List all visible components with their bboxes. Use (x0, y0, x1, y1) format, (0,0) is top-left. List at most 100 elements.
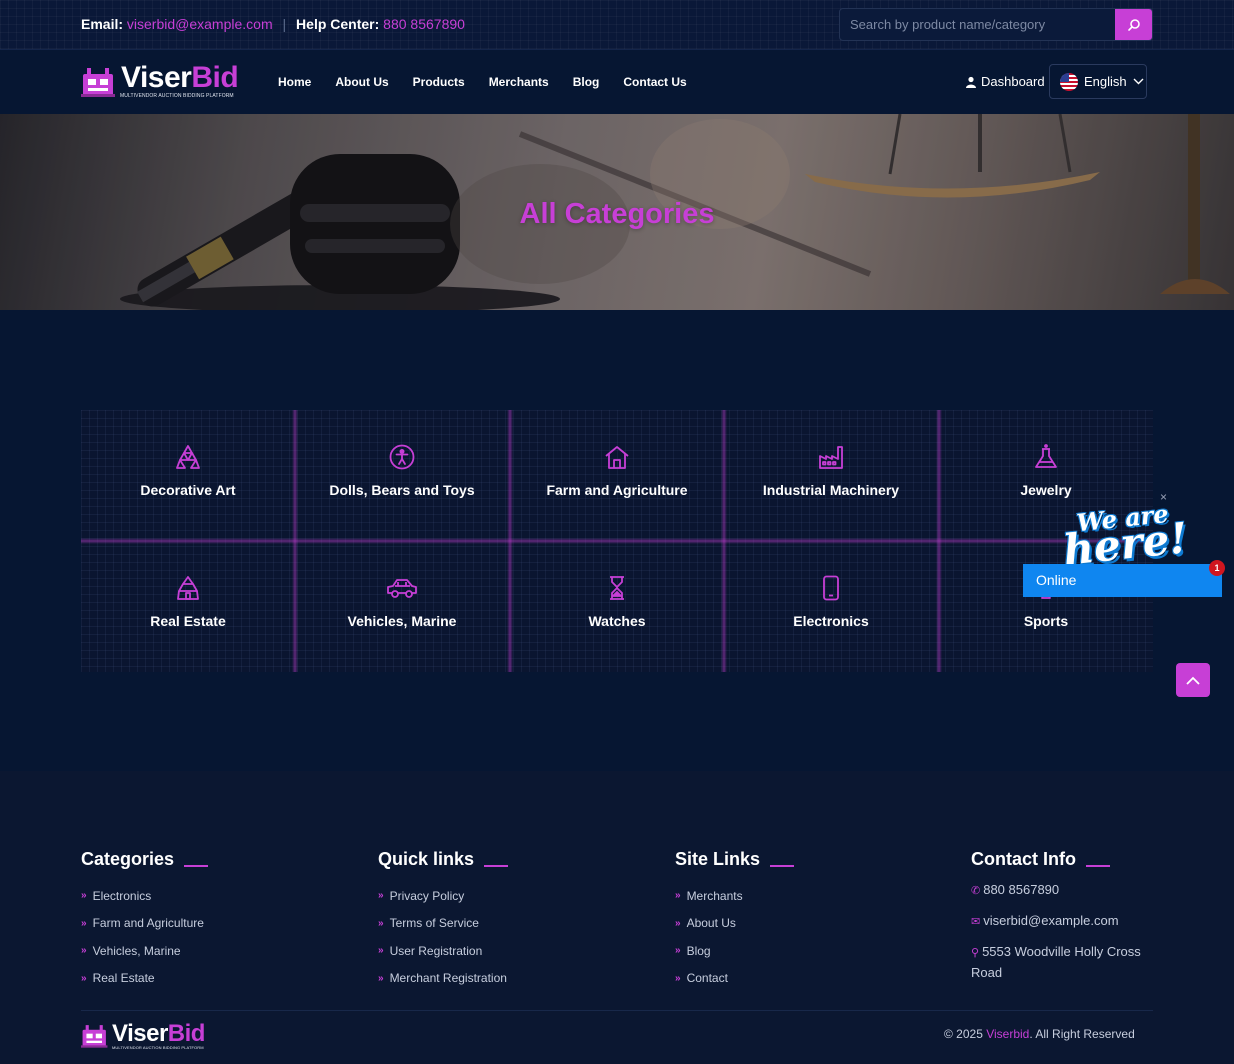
category-card[interactable]: Dolls, Bears and Toys (295, 410, 509, 541)
nav-about-us[interactable]: About Us (335, 75, 388, 89)
category-card[interactable]: Decorative Art (81, 410, 295, 541)
footer-link-label: Blog (686, 943, 711, 958)
double-chevron-right-icon: » (675, 972, 681, 984)
chat-status-label: Online (1036, 572, 1077, 588)
footer-heading-text: Categories (81, 849, 175, 869)
chat-online-bar[interactable]: Online (1023, 564, 1222, 597)
logo-wordmark: ViserBid (121, 61, 239, 94)
category-card[interactable]: Watches (510, 541, 724, 672)
nav-blog[interactable]: Blog (573, 75, 600, 89)
chat-unread-badge: 1 (1209, 560, 1225, 576)
footer-heading: Contact Info (971, 848, 1156, 870)
phone-icon: ✆ (971, 885, 981, 897)
footer-heading: Quick links (378, 848, 509, 870)
category-label: Jewelry (1020, 482, 1072, 498)
footer-email[interactable]: ✉ viserbid@example.com (971, 911, 1156, 932)
double-chevron-right-icon: » (675, 917, 681, 929)
toys-icon (389, 444, 415, 470)
language-select[interactable]: English (1049, 64, 1147, 99)
heading-underline (184, 865, 209, 867)
nav-merchants[interactable]: Merchants (489, 75, 549, 89)
category-label: Vehicles, Marine (347, 613, 457, 629)
category-label: Dolls, Bears and Toys (329, 482, 475, 498)
double-chevron-right-icon: » (81, 972, 87, 984)
scroll-to-top-button[interactable] (1176, 663, 1210, 697)
footer-link[interactable]: » Merchants (675, 882, 794, 910)
logo-word-bid: Bid (191, 61, 239, 94)
category-card[interactable]: Farm and Agriculture (510, 410, 724, 541)
footer-link-label: Real Estate (92, 971, 155, 986)
separator: | (282, 16, 287, 32)
footer-divider (81, 1010, 1153, 1011)
footer-email-text: viserbid@example.com (983, 913, 1119, 928)
dashboard-label: Dashboard (981, 74, 1045, 89)
logo-word-viser: Viser (121, 61, 192, 94)
footer-phone[interactable]: ✆ 880 8567890 (971, 880, 1156, 901)
search-box (839, 8, 1153, 41)
category-label: Real Estate (150, 613, 226, 629)
category-card[interactable]: Electronics (724, 541, 938, 672)
footer-link[interactable]: » Farm and Agriculture (81, 910, 208, 938)
footer-link[interactable]: » Merchant Registration (378, 965, 508, 993)
car-icon (387, 579, 417, 598)
search-input[interactable] (840, 9, 1117, 40)
flask-icon (1035, 444, 1057, 468)
phone-link[interactable]: 880 8567890 (383, 16, 465, 32)
footer-categories: Categories » Electronics » Farm and Agricu… (81, 848, 209, 993)
email-link[interactable]: viserbid@example.com (127, 16, 273, 32)
search-button[interactable] (1115, 9, 1152, 40)
footer-link[interactable]: » Terms of Service (378, 910, 508, 938)
footer-link[interactable]: » Electronics (81, 882, 208, 910)
category-card[interactable]: Industrial Machinery (724, 410, 938, 541)
category-label: Watches (588, 613, 646, 629)
category-label: Sports (1023, 613, 1069, 629)
footer-link[interactable]: » About Us (675, 910, 794, 938)
dashboard-link[interactable]: Dashboard (965, 74, 1045, 89)
footer-link-label: Merchant Registration (389, 971, 507, 986)
footer-link-label: Merchants (686, 888, 743, 903)
double-chevron-right-icon: » (378, 972, 384, 984)
footer-site-links: Site Links » Merchants » About Us » Blog » C… (675, 848, 795, 993)
footer-heading-text: Contact Info (971, 849, 1076, 869)
chat-greeting[interactable]: We are here! (1057, 496, 1190, 575)
category-card[interactable]: Vehicles, Marine (295, 541, 509, 672)
nav-contact-us[interactable]: Contact Us (623, 75, 686, 89)
category-label: Industrial Machinery (762, 482, 900, 498)
logo-tagline: MULTIVENDOR AUCTION BIDDING PLATFORM (112, 1045, 204, 1050)
footer-link-label: Terms of Service (389, 916, 479, 931)
footer-link[interactable]: » User Registration (378, 937, 508, 965)
heading-underline (1086, 865, 1110, 867)
footer-logo[interactable]: ViserBid MULTIVENDOR AUCTION BIDDING PLA… (81, 1021, 216, 1053)
footer-link[interactable]: » Contact (675, 965, 794, 993)
footer-link-label: Privacy Policy (389, 888, 465, 903)
logo-mark-icon (81, 68, 115, 97)
footer-link[interactable]: » Blog (675, 937, 794, 965)
email-label: Email: (81, 16, 124, 32)
nav-home[interactable]: Home (278, 75, 311, 89)
help-label: Help Center: (296, 16, 380, 32)
nav-products[interactable]: Products (413, 75, 465, 89)
footer-link-label: Vehicles, Marine (92, 943, 181, 958)
map-pin-icon: ⚲ (971, 947, 980, 959)
heading-underline (770, 865, 795, 867)
logo-word-bid: Bid (167, 1020, 206, 1047)
double-chevron-right-icon: » (81, 945, 87, 957)
footer-link[interactable]: » Vehicles, Marine (81, 937, 208, 965)
footer-address: ⚲ 5553 Woodville Holly Cross Road (971, 942, 1156, 983)
footer-heading: Categories (81, 848, 209, 870)
footer-link-label: Farm and Agriculture (92, 916, 204, 931)
footer-contact-info: Contact Info ✆ 880 8567890 ✉ viserbid@exam… (971, 848, 1156, 983)
logo-mark-icon (81, 1025, 108, 1048)
category-label: Electronics (793, 613, 869, 629)
page-banner: All Categories (0, 114, 1234, 310)
footer-link[interactable]: » Privacy Policy (378, 882, 508, 910)
home-icon (605, 446, 629, 469)
category-card[interactable]: Real Estate (81, 541, 295, 672)
copyright-brand-link[interactable]: Viserbid (986, 1027, 1029, 1041)
hourglass-icon (610, 576, 624, 600)
search-icon (1127, 18, 1140, 31)
site-logo[interactable]: ViserBid MULTIVENDOR AUCTION BIDDING PLA… (81, 62, 246, 102)
footer-heading-text: Quick links (378, 849, 475, 869)
footer-link[interactable]: » Real Estate (81, 965, 208, 993)
chevron-up-icon (1186, 676, 1200, 685)
